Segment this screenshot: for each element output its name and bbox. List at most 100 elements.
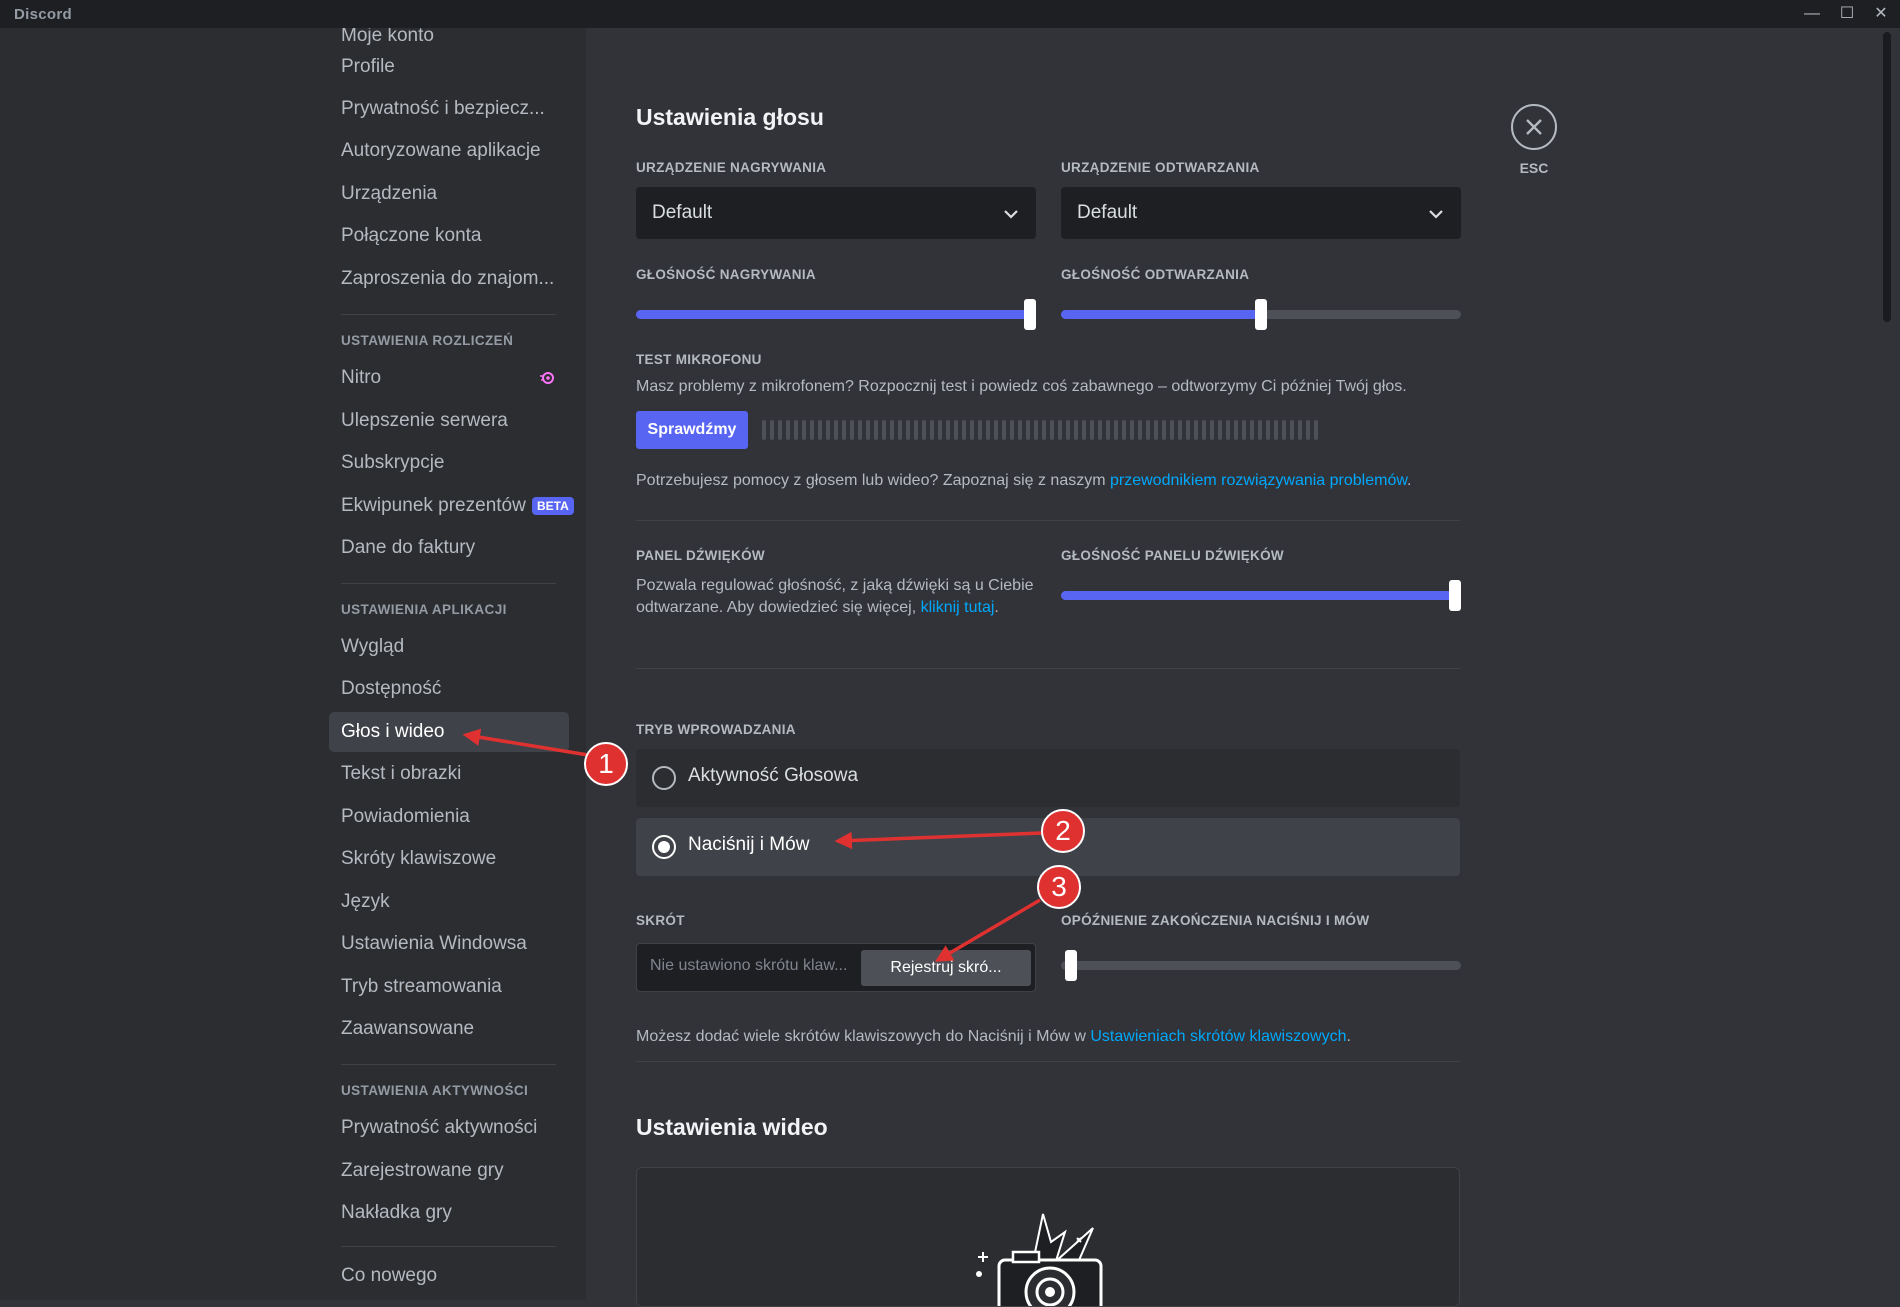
sidebar-item-authorized-apps[interactable]: Autoryzowane aplikacje <box>329 131 569 171</box>
troubleshooting-link[interactable]: przewodnikiem rozwiązywania problemów <box>1110 472 1407 489</box>
sidebar-divider <box>341 1064 556 1065</box>
meter-bar <box>1162 420 1166 440</box>
output-volume-label: GŁOŚNOŚĆ ODTWARZANIA <box>1061 267 1250 282</box>
sidebar-item-profile[interactable]: Profile <box>329 47 569 87</box>
sidebar-item-friend-requests[interactable]: Zaproszenia do znajom... <box>329 259 569 299</box>
sidebar-item-subscriptions[interactable]: Subskrypcje <box>329 443 569 483</box>
meter-bar <box>1218 420 1222 440</box>
meter-bar <box>994 420 998 440</box>
sidebar-item-language[interactable]: Język <box>329 882 569 922</box>
sidebar-item-windows-settings[interactable]: Ustawienia Windowsa <box>329 924 569 964</box>
slider-knob[interactable] <box>1255 299 1267 330</box>
meter-bar <box>946 420 950 440</box>
help-text-end: . <box>1407 472 1412 489</box>
meter-bar <box>1178 420 1182 440</box>
close-settings[interactable]: ESC <box>1511 104 1557 176</box>
soundboard-label: PANEL DŹWIĘKÓW <box>636 548 765 563</box>
meter-bar <box>1314 420 1318 440</box>
sidebar-item-privacy[interactable]: Prywatność i bezpiecz... <box>329 89 569 129</box>
meter-bar <box>978 420 982 440</box>
close-window-button[interactable]: ✕ <box>1864 2 1898 26</box>
meter-bar <box>1058 420 1062 440</box>
meter-bar <box>914 420 918 440</box>
section-divider <box>636 520 1460 521</box>
ptt-delay-slider[interactable] <box>1061 950 1461 981</box>
slider-knob[interactable] <box>1449 580 1461 611</box>
meter-bar <box>890 420 894 440</box>
meter-bar <box>1234 420 1238 440</box>
slider-fill <box>1061 591 1461 600</box>
sidebar-item-notifications[interactable]: Powiadomienia <box>329 797 569 837</box>
scrollbar-thumb[interactable] <box>1883 32 1891 322</box>
annotation-badge-1: 1 <box>584 742 628 786</box>
meter-bar <box>970 420 974 440</box>
sidebar-item-registered-games[interactable]: Zarejestrowane gry <box>329 1151 569 1191</box>
soundboard-volume-slider[interactable] <box>1061 580 1461 611</box>
video-settings-title: Ustawienia wideo <box>636 1114 828 1140</box>
meter-bar <box>1010 420 1014 440</box>
keybind-settings-link[interactable]: Ustawieniach skrótów klawiszowych <box>1090 1028 1346 1045</box>
sidebar-item-connections[interactable]: Połączone konta <box>329 216 569 256</box>
meter-bar <box>930 420 934 440</box>
slider-knob[interactable] <box>1024 299 1036 330</box>
input-volume-slider[interactable] <box>636 299 1036 330</box>
meter-bar <box>1018 420 1022 440</box>
meter-bar <box>778 420 782 440</box>
meter-bar <box>866 420 870 440</box>
output-device-select[interactable]: Default <box>1061 187 1461 239</box>
sidebar-item-activity-privacy[interactable]: Prywatność aktywności <box>329 1108 569 1148</box>
sidebar-item-text-images[interactable]: Tekst i obrazki <box>329 754 569 794</box>
input-volume-label: GŁOŚNOŚĆ NAGRYWANIA <box>636 267 816 282</box>
meter-bar <box>1050 420 1054 440</box>
meter-bar <box>850 420 854 440</box>
meter-bar <box>858 420 862 440</box>
keybind-recorder: Nie ustawiono skrótu klaw... Rejestruj s… <box>636 943 1036 992</box>
sidebar-item-voice-video[interactable]: Głos i wideo <box>329 712 569 752</box>
meter-bar <box>810 420 814 440</box>
meter-bar <box>882 420 886 440</box>
sidebar-item-game-overlay[interactable]: Nakładka gry <box>329 1193 569 1233</box>
meter-bar <box>770 420 774 440</box>
sidebar-item-devices[interactable]: Urządzenia <box>329 174 569 214</box>
record-keybind-button[interactable]: Rejestruj skró... <box>861 950 1031 986</box>
minimize-button[interactable]: — <box>1795 2 1829 26</box>
input-device-select[interactable]: Default <box>636 187 1036 239</box>
keybind-note-end: . <box>1346 1028 1351 1045</box>
mic-test-description: Masz problemy z mikrofonem? Rozpocznij t… <box>636 378 1407 395</box>
meter-bar <box>986 420 990 440</box>
sidebar-item-nitro[interactable]: Nitro <box>329 358 569 398</box>
meter-bar <box>1026 420 1030 440</box>
maximize-button[interactable]: ☐ <box>1830 2 1864 26</box>
keybind-note: Możesz dodać wiele skrótów klawiszowych … <box>636 1026 1496 1048</box>
sidebar-item-appearance[interactable]: Wygląd <box>329 627 569 667</box>
slider-knob[interactable] <box>1065 950 1077 981</box>
meter-bar <box>1098 420 1102 440</box>
sidebar-item-billing[interactable]: Dane do faktury <box>329 528 569 568</box>
meter-bar <box>842 420 846 440</box>
nitro-icon <box>540 372 554 384</box>
help-text-prefix: Potrzebujesz pomocy z głosem lub wideo? … <box>636 472 1110 489</box>
slider-fill <box>636 310 1036 319</box>
sidebar-item-streamer-mode[interactable]: Tryb streamowania <box>329 967 569 1007</box>
close-button[interactable] <box>1511 104 1557 150</box>
sidebar-divider <box>341 583 556 584</box>
sidebar-item-server-boost[interactable]: Ulepszenie serwera <box>329 401 569 441</box>
sidebar-item-accessibility[interactable]: Dostępność <box>329 669 569 709</box>
sidebar-item-keybinds[interactable]: Skróty klawiszowe <box>329 839 569 879</box>
meter-bar <box>1106 420 1110 440</box>
radio-voice-activity[interactable]: Aktywność Głosowa <box>636 749 1460 807</box>
mic-test-button[interactable]: Sprawdźmy <box>636 411 748 449</box>
meter-bar <box>874 420 878 440</box>
meter-bar <box>1210 420 1214 440</box>
meter-bar <box>1242 420 1246 440</box>
meter-bar <box>1274 420 1278 440</box>
meter-bar <box>1042 420 1046 440</box>
radio-circle <box>652 766 676 790</box>
meter-bar <box>762 420 766 440</box>
sidebar-item-advanced[interactable]: Zaawansowane <box>329 1009 569 1049</box>
soundboard-learn-more-link[interactable]: kliknij tutaj <box>921 599 995 616</box>
meter-bar <box>1306 420 1310 440</box>
output-volume-slider[interactable] <box>1061 299 1461 330</box>
meter-bar <box>1146 420 1150 440</box>
sidebar-item-whats-new[interactable]: Co nowego <box>329 1256 569 1296</box>
